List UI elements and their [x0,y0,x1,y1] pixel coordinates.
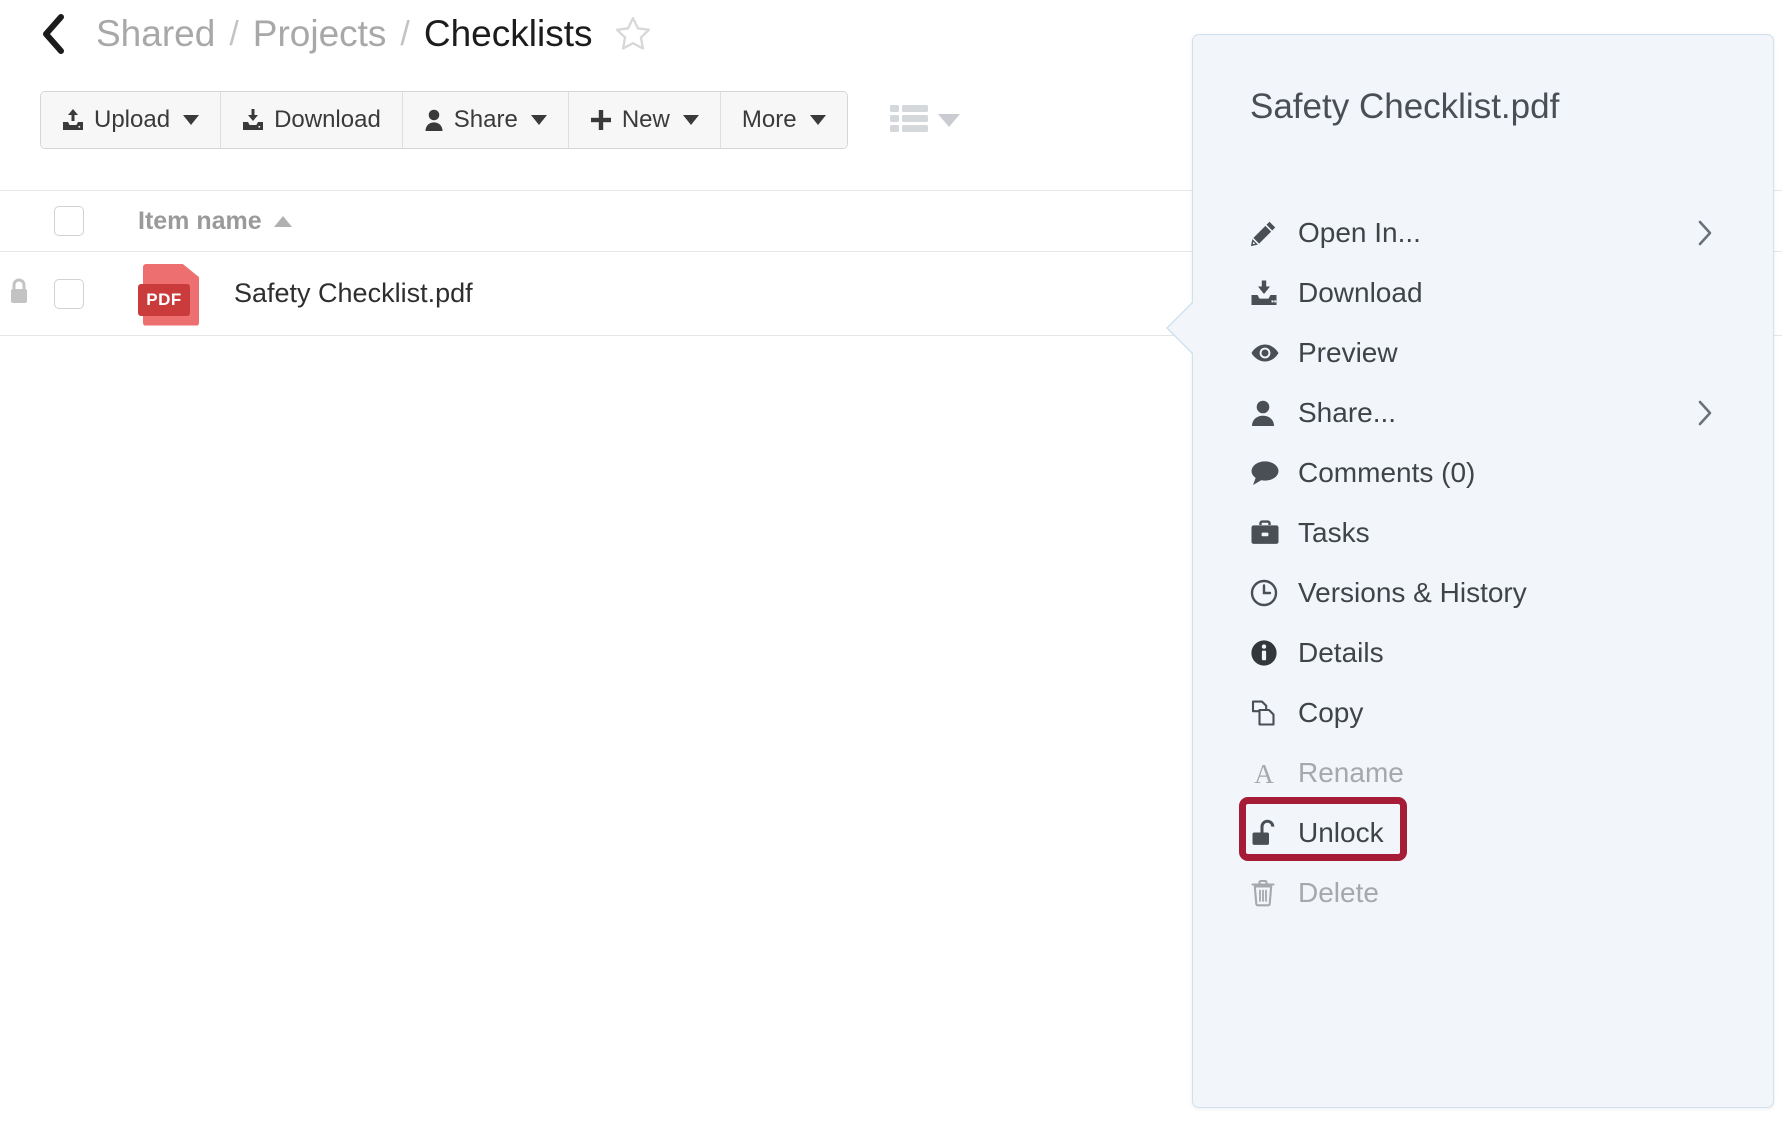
menu-item-label: Delete [1298,877,1379,908]
list-view-icon [889,103,928,138]
breadcrumb-item-projects[interactable]: Projects [253,13,387,55]
more-button-label: More [741,106,797,133]
menu-item-label: Open In... [1298,217,1421,248]
menu-item-label: Details [1298,637,1384,668]
menu-item-preview[interactable]: Preview [1193,323,1773,383]
menu-item-details[interactable]: Details [1193,623,1773,683]
menu-item-delete: Delete [1193,863,1773,923]
plus-icon [590,109,612,131]
menu-item-label: Preview [1298,337,1398,368]
info-icon [1250,639,1290,667]
upload-icon [62,108,84,132]
menu-item-label: Copy [1298,697,1364,728]
briefcase-icon [1250,520,1290,546]
menu-item-versions-history[interactable]: Versions & History [1193,563,1773,623]
file-name-link[interactable]: Safety Checklist.pdf [234,278,473,309]
sort-ascending-icon [273,215,292,227]
unlock-icon [1250,819,1290,847]
download-button-label: Download [274,106,381,133]
lock-closed-icon [8,277,30,310]
select-all-cell [38,206,100,236]
eye-icon [1250,342,1290,364]
context-menu-list: Open In... Download Preview Share... Com… [1193,203,1773,923]
menu-item-label: Share... [1298,397,1397,428]
callout-arrow [1168,301,1195,355]
back-chevron-icon[interactable] [36,14,70,54]
menu-item-label: Comments (0) [1298,457,1476,488]
menu-item-label: Rename [1298,757,1404,788]
letter-a-icon: A [1250,759,1290,787]
breadcrumb-separator: / [229,14,239,53]
breadcrumb-item-checklists: Checklists [423,13,593,54]
chevron-down-icon [937,113,960,127]
view-mode-toggle[interactable] [889,103,960,138]
row-checkbox[interactable] [54,278,84,309]
select-all-checkbox[interactable] [54,206,84,236]
row-select-cell [38,278,100,309]
menu-item-comments[interactable]: Comments (0) [1193,443,1773,503]
share-button[interactable]: Share [402,92,569,148]
download-button[interactable]: Download [221,92,403,148]
person-icon [1250,399,1290,427]
breadcrumb-separator: / [400,14,410,53]
menu-item-unlock[interactable]: Unlock [1193,797,1773,863]
trash-icon [1250,879,1290,907]
share-button-label: Share [453,106,518,133]
new-button[interactable]: New [568,92,721,148]
star-outline-icon[interactable] [612,13,654,55]
menu-item-copy[interactable]: Copy [1193,683,1773,743]
chevron-down-icon [682,115,699,125]
breadcrumb-item-shared[interactable]: Shared [96,13,215,55]
person-icon [424,108,444,132]
more-button[interactable]: More [720,92,847,148]
upload-button-label: Upload [94,106,171,133]
new-button-label: New [621,106,670,133]
upload-button[interactable]: Upload [41,92,222,148]
column-header-item-name[interactable]: Item name [138,207,292,236]
context-menu-title: Safety Checklist.pdf [1250,87,1560,126]
menu-item-label: Unlock [1298,817,1384,848]
menu-item-download[interactable]: Download [1193,263,1773,323]
pdf-type-label: PDF [138,283,190,316]
menu-item-tasks[interactable]: Tasks [1193,503,1773,563]
clock-icon [1250,579,1290,607]
chevron-down-icon [183,115,200,125]
chevron-right-icon [1697,400,1713,426]
menu-item-share[interactable]: Share... [1193,383,1773,443]
row-lock-cell [0,277,38,310]
column-header-label: Item name [138,206,262,235]
menu-item-rename: A Rename [1193,743,1773,803]
comment-icon [1250,460,1290,486]
chevron-right-icon [1697,220,1713,246]
pdf-file-icon: PDF [138,260,200,328]
toolbar-button-group: Upload Download Share New More [40,91,848,149]
menu-item-label: Tasks [1298,517,1370,548]
menu-item-open-in[interactable]: Open In... [1193,203,1773,263]
download-icon [242,108,264,132]
chevron-down-icon [809,115,826,125]
svg-text:A: A [1254,759,1274,787]
copy-icon [1250,699,1290,727]
menu-item-label: Download [1298,277,1423,308]
file-context-menu-panel: Safety Checklist.pdf Open In... Download… [1166,34,1774,1108]
pencil-icon [1250,219,1290,247]
download-icon [1250,279,1290,307]
chevron-down-icon [530,115,547,125]
menu-item-label: Versions & History [1298,577,1527,608]
